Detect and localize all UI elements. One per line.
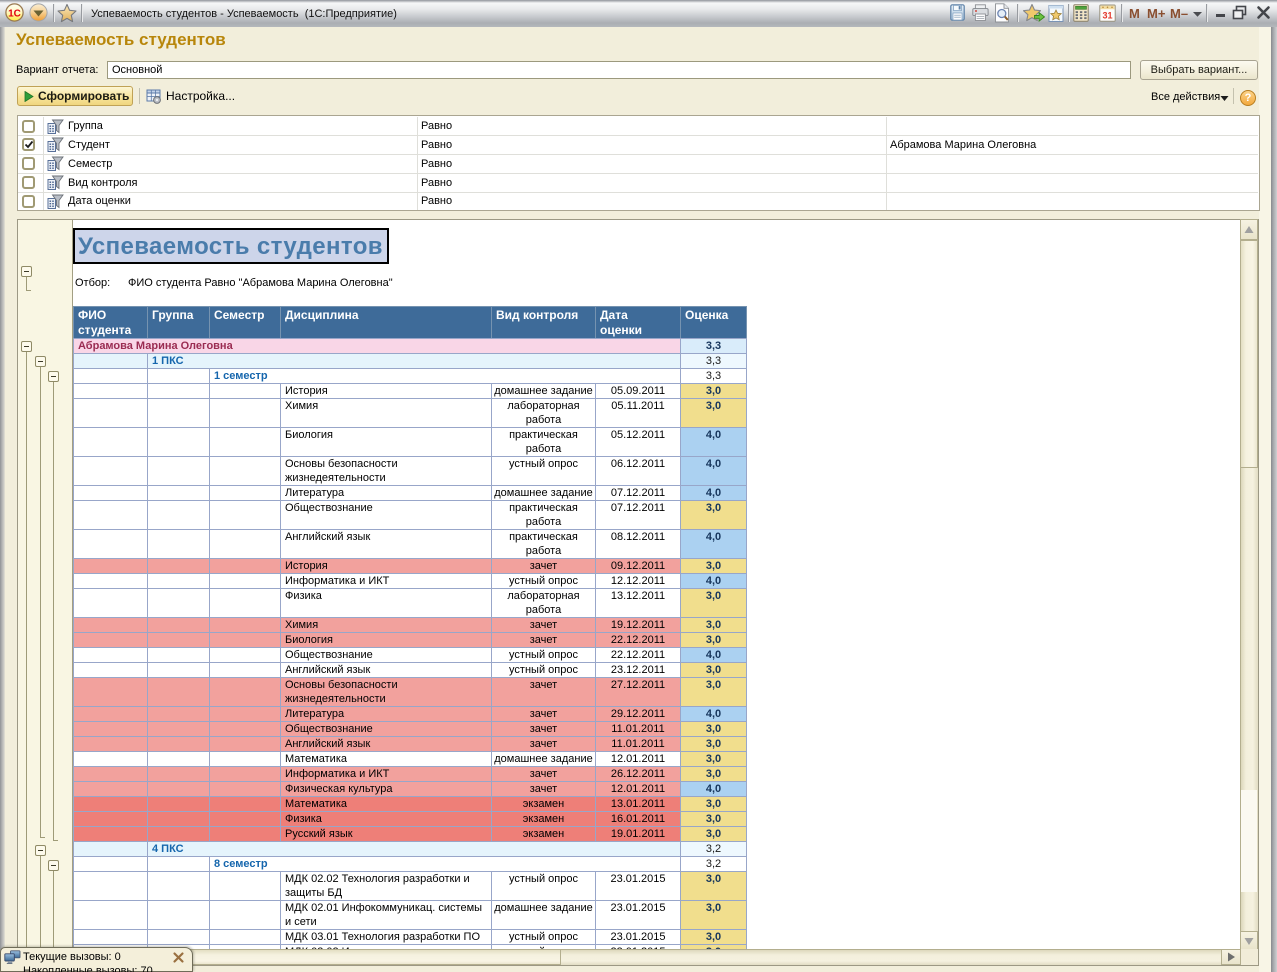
svg-text:1С: 1С: [8, 8, 21, 19]
svg-text:31: 31: [1102, 11, 1112, 21]
